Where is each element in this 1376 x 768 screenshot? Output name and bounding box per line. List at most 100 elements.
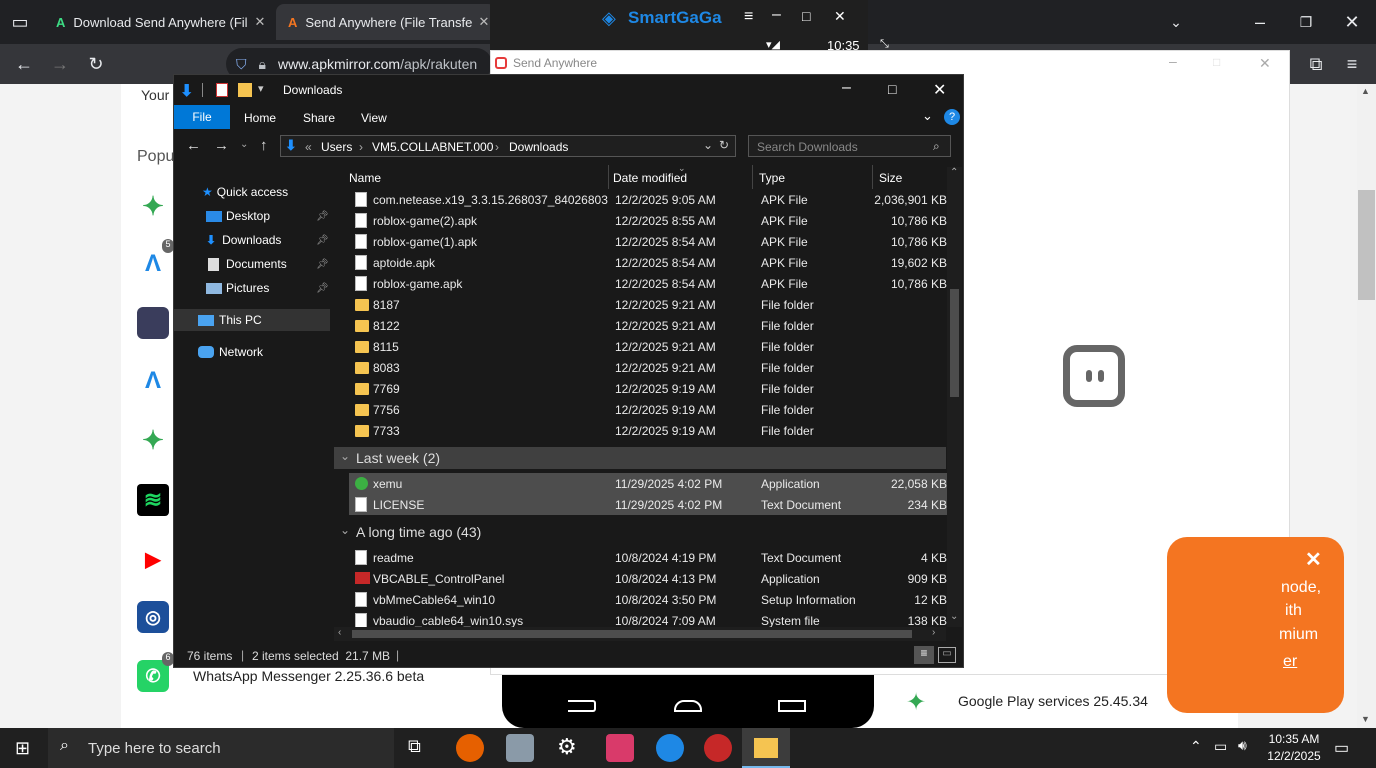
- file-row[interactable]: roblox-game(1).apk 12/2/2025 8:54 AM APK F…: [349, 231, 953, 252]
- vertical-scrollbar[interactable]: ⌃ ⌄: [947, 167, 962, 627]
- puzzle-icon[interactable]: ✦: [137, 424, 169, 456]
- breadcrumb-item[interactable]: VM5.COLLABNET.000: [372, 140, 493, 154]
- group-header-last-week[interactable]: ⌄ Last week (2): [334, 447, 946, 469]
- firefox-icon[interactable]: [456, 734, 484, 762]
- help-icon[interactable]: ?: [944, 109, 960, 125]
- close-tab-icon[interactable]: ✕: [248, 14, 272, 30]
- file-row[interactable]: 7756 12/2/2025 9:19 AM File folder: [349, 399, 953, 420]
- scrollbar-thumb[interactable]: [352, 630, 912, 638]
- forward-icon[interactable]: →: [214, 137, 229, 154]
- tab-send-anywhere[interactable]: A Send Anywhere (File Transfer) 7 ✕: [276, 4, 496, 40]
- task-view-icon[interactable]: ⧉: [408, 736, 421, 757]
- scroll-down-icon[interactable]: ▼: [1361, 714, 1370, 724]
- back-icon[interactable]: ←: [10, 50, 38, 78]
- gps-title[interactable]: Google Play services 25.45.34: [958, 693, 1148, 709]
- minimize-icon[interactable]: –: [1246, 8, 1274, 36]
- clock[interactable]: 10:35 AM 12/2/2025: [1264, 732, 1324, 763]
- breadcrumb-item[interactable]: Users: [321, 140, 352, 154]
- minimize-icon[interactable]: –: [842, 79, 851, 97]
- scroll-up-icon[interactable]: ▲: [1361, 86, 1370, 96]
- popup-link[interactable]: er: [1283, 653, 1297, 671]
- send-anywhere-taskbar-icon[interactable]: [606, 734, 634, 762]
- minimize-icon[interactable]: –: [1169, 53, 1177, 69]
- new-folder-icon[interactable]: [238, 83, 252, 97]
- scrollbar-thumb[interactable]: [950, 289, 959, 397]
- page-scrollbar[interactable]: ▲ ▼: [1357, 84, 1376, 728]
- file-row[interactable]: vbMmeCable64_win10 10/8/2024 3:50 PM Setup…: [349, 589, 953, 610]
- restore-icon[interactable]: ❐: [1292, 8, 1320, 36]
- file-row[interactable]: 8187 12/2/2025 9:21 AM File folder: [349, 294, 953, 315]
- address-dropdown-icon[interactable]: ⌄: [703, 138, 713, 152]
- file-row[interactable]: 8122 12/2/2025 9:21 AM File folder: [349, 315, 953, 336]
- collapse-icon[interactable]: ⌄: [340, 523, 350, 537]
- android-home-icon[interactable]: [674, 700, 702, 712]
- nav-quick-access[interactable]: ★ Quick access: [174, 181, 330, 203]
- search-icon[interactable]: ⌕: [933, 139, 940, 154]
- scroll-right-icon[interactable]: ›: [932, 627, 935, 638]
- aptoide-logo-icon[interactable]: Λ: [137, 248, 169, 280]
- emulator-maximize-icon[interactable]: □: [802, 8, 810, 24]
- notifications-icon[interactable]: ▭: [1334, 738, 1349, 758]
- aptoide-logo-icon[interactable]: Λ: [137, 365, 169, 397]
- ribbon-tab-home[interactable]: Home: [244, 111, 276, 125]
- column-divider[interactable]: [608, 165, 609, 189]
- tray-chevron-icon[interactable]: ⌃: [1190, 738, 1202, 755]
- expand-ribbon-icon[interactable]: ⌄: [922, 108, 933, 124]
- column-header-type[interactable]: Type: [759, 171, 785, 185]
- group-header-long-ago[interactable]: ⌄ A long time ago (43): [334, 521, 946, 543]
- file-row[interactable]: xemu 11/29/2025 4:02 PM Application 22,058 …: [349, 473, 953, 494]
- network-tray-icon[interactable]: ▭: [1214, 738, 1227, 755]
- reload-icon[interactable]: ↻: [82, 50, 110, 78]
- settings-gear-icon[interactable]: ⚙: [557, 734, 577, 760]
- tiles-view-icon[interactable]: ▭: [938, 647, 956, 663]
- nav-pictures[interactable]: Pictures 📌︎: [174, 277, 330, 299]
- extensions-icon[interactable]: ⧉: [1302, 50, 1330, 78]
- puzzle-icon[interactable]: ✦: [137, 190, 169, 222]
- game-thumbnail-icon[interactable]: [137, 307, 169, 339]
- android-recents-icon[interactable]: [778, 700, 806, 712]
- close-popup-icon[interactable]: ✕: [1305, 547, 1322, 572]
- refresh-icon[interactable]: ↻: [719, 138, 729, 152]
- close-icon[interactable]: ✕: [1259, 55, 1271, 72]
- tab-download-send-anywhere[interactable]: A Download Send Anywhere (File ✕: [44, 4, 272, 40]
- explorer-taskbar-button[interactable]: [742, 728, 790, 768]
- spotify-icon[interactable]: ≋: [137, 484, 169, 516]
- recent-locations-icon[interactable]: ⌄: [240, 139, 248, 150]
- scroll-left-icon[interactable]: ‹: [338, 627, 341, 638]
- volume-icon[interactable]: 🔊︎: [1238, 737, 1247, 754]
- emulator-menu-icon[interactable]: ≡: [744, 8, 753, 26]
- breadcrumb-overflow[interactable]: «: [305, 140, 312, 154]
- camera-icon[interactable]: ◎: [137, 601, 169, 633]
- file-row[interactable]: com.netease.x19_3.3.15.268037_84026803..…: [349, 189, 953, 210]
- nav-desktop[interactable]: Desktop 📌︎: [174, 205, 330, 227]
- column-header-date[interactable]: Date modified: [613, 171, 687, 185]
- file-row[interactable]: 8083 12/2/2025 9:21 AM File folder: [349, 357, 953, 378]
- column-header-name[interactable]: Name: [349, 171, 381, 185]
- smartgaga-taskbar-icon[interactable]: [656, 734, 684, 762]
- whatsapp-title[interactable]: WhatsApp Messenger 2.25.36.6 beta: [193, 668, 424, 684]
- windows-start-icon[interactable]: ⊞: [15, 738, 30, 759]
- horizontal-scrollbar[interactable]: ‹ ›: [334, 627, 946, 641]
- file-row[interactable]: VBCABLE_ControlPanel 10/8/2024 4:13 PM App…: [349, 568, 953, 589]
- ribbon-tab-view[interactable]: View: [361, 111, 387, 125]
- maximize-icon[interactable]: □: [1213, 55, 1220, 69]
- file-manager-icon[interactable]: [506, 734, 534, 762]
- breadcrumb-item[interactable]: Downloads: [509, 140, 568, 154]
- properties-icon[interactable]: [216, 83, 228, 97]
- close-icon[interactable]: ✕: [933, 80, 946, 100]
- nav-this-pc[interactable]: This PC: [174, 309, 330, 331]
- up-icon[interactable]: ↑: [260, 137, 268, 154]
- taskbar-search[interactable]: ⌕ Type here to search: [48, 728, 394, 768]
- file-row[interactable]: 8115 12/2/2025 9:21 AM File folder: [349, 336, 953, 357]
- ribbon-tab-file[interactable]: File: [174, 105, 230, 129]
- back-icon[interactable]: ←: [186, 137, 201, 154]
- details-view-icon[interactable]: ≡: [914, 646, 934, 664]
- breadcrumb[interactable]: ⬇ « Users › VM5.COLLABNET.000 › Download…: [280, 135, 736, 157]
- file-row[interactable]: roblox-game(2).apk 12/2/2025 8:55 AM APK F…: [349, 210, 953, 231]
- ribbon-tab-share[interactable]: Share: [303, 111, 335, 125]
- column-header-size[interactable]: Size: [879, 171, 902, 185]
- file-row[interactable]: 7769 12/2/2025 9:19 AM File folder: [349, 378, 953, 399]
- tab-actions-icon[interactable]: ▭: [6, 8, 34, 36]
- column-divider[interactable]: [872, 165, 873, 189]
- menu-icon[interactable]: ≡: [1338, 50, 1366, 78]
